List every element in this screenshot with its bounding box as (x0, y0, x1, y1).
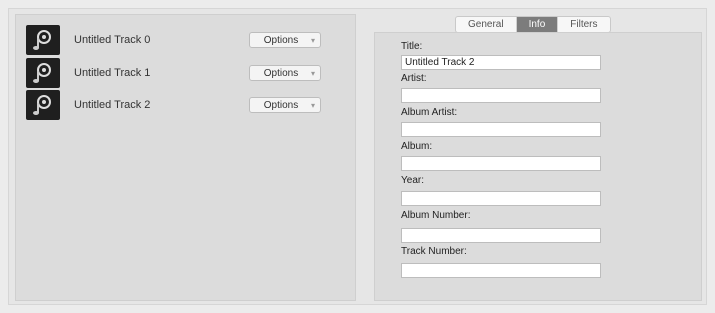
title-field[interactable] (401, 55, 601, 70)
info-panel: Title: Artist: Album Artist: Album: Year… (374, 32, 702, 301)
options-button[interactable]: Options ▾ (249, 65, 321, 81)
tab-bar: General Info Filters (455, 16, 611, 33)
artist-label: Artist: (401, 73, 427, 84)
album-number-label: Album Number: (401, 210, 471, 221)
music-file-icon (26, 58, 60, 88)
chevron-down-icon: ▾ (310, 100, 315, 110)
options-label: Options (263, 67, 299, 79)
artist-field[interactable] (401, 88, 601, 103)
track-item[interactable]: Untitled Track 0 Options ▾ (26, 25, 346, 55)
track-item[interactable]: Untitled Track 2 Options ▾ (26, 90, 346, 120)
track-name: Untitled Track 0 (74, 34, 151, 46)
album-label: Album: (401, 141, 433, 152)
chevron-down-icon: ▾ (310, 68, 315, 78)
album-number-field[interactable] (401, 228, 601, 243)
track-item[interactable]: Untitled Track 1 Options ▾ (26, 58, 346, 88)
album-artist-label: Album Artist: (401, 107, 458, 118)
track-name: Untitled Track 2 (74, 99, 151, 111)
track-number-field[interactable] (401, 263, 601, 278)
track-list: Untitled Track 0 Options ▾ Untitled Trac… (15, 14, 356, 301)
options-label: Options (263, 34, 299, 46)
music-file-icon (26, 90, 60, 120)
music-file-icon (26, 25, 60, 55)
tab-info[interactable]: Info (515, 17, 558, 32)
album-artist-field[interactable] (401, 122, 601, 137)
chevron-down-icon: ▾ (310, 35, 315, 45)
year-label: Year: (401, 175, 424, 186)
year-field[interactable] (401, 191, 601, 206)
track-number-label: Track Number: (401, 246, 467, 257)
options-label: Options (263, 99, 299, 111)
options-button[interactable]: Options ▾ (249, 32, 321, 48)
tab-filters[interactable]: Filters (557, 17, 609, 32)
tab-general[interactable]: General (456, 17, 516, 32)
options-button[interactable]: Options ▾ (249, 97, 321, 113)
album-field[interactable] (401, 156, 601, 171)
title-label: Title: (401, 41, 423, 52)
track-name: Untitled Track 1 (74, 67, 151, 79)
